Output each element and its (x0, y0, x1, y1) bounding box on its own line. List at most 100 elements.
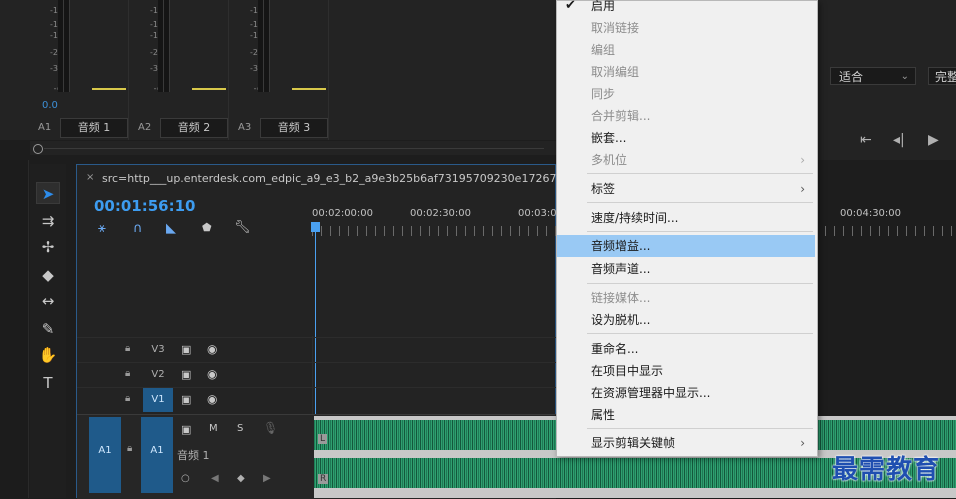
level-meter (264, 0, 270, 92)
checkmark-icon: ✔ (565, 0, 576, 13)
chevron-right-icon: › (800, 182, 805, 196)
menu-item-speed-duration[interactable]: 速度/持续时间... (557, 207, 815, 229)
sync-lock-icon[interactable]: ▣ (181, 423, 191, 436)
sync-lock-icon[interactable]: ▣ (181, 368, 191, 381)
menu-item-reveal-in-explorer[interactable]: 在资源管理器中显示... (557, 382, 815, 404)
ripple-edit-tool-icon[interactable]: ✢ (36, 236, 60, 258)
menu-separator (587, 283, 813, 284)
channel-label: A3 (238, 122, 252, 133)
menu-item-merge-clips[interactable]: 合并剪辑... (557, 105, 815, 127)
track-target-a1[interactable]: A1 (141, 417, 173, 493)
track-target[interactable]: V2 (143, 363, 173, 387)
audio-track-name: 音频 1 (177, 449, 210, 462)
volume-line[interactable] (192, 88, 226, 90)
ruler-label: 00:04:30:00 (840, 208, 902, 219)
selection-tool-icon[interactable]: ➤ (36, 182, 60, 204)
play-icon[interactable]: ▶ (928, 132, 939, 148)
menu-item-rename[interactable]: 重命名... (557, 338, 815, 360)
chevron-down-icon: ⌄ (900, 71, 909, 82)
type-tool-icon[interactable]: T (36, 372, 60, 394)
add-keyframe-icon[interactable]: ◆ (237, 473, 245, 484)
nest-icon[interactable]: ⚹ (98, 221, 106, 236)
menu-separator (587, 333, 813, 334)
eye-icon[interactable]: ◉ (207, 367, 217, 381)
menu-item-properties[interactable]: 属性 (557, 404, 815, 426)
ruler-label: 00:02:30:00 (410, 208, 472, 219)
menu-item-ungroup[interactable]: 取消编组 (557, 61, 815, 83)
mixer-strip-a2: -13- -16- -19- -25- -34- -∞- A2 音频 2 (130, 0, 229, 140)
mute-button[interactable]: M (209, 423, 218, 434)
close-icon[interactable]: × (86, 172, 94, 183)
sync-lock-icon[interactable]: ▣ (181, 343, 191, 356)
menu-item-label[interactable]: 标签 › (557, 178, 815, 200)
zoom-fit-label: 适合 (839, 70, 864, 84)
clip-context-menu: ✔ 启用 取消链接 编组 取消编组 同步 合并剪辑... 嵌套... 多机位 › 标… (556, 0, 818, 457)
ruler-label: 00:02:00:00 (312, 208, 374, 219)
sequence-tab-title[interactable]: src=http___up.enterdesk.com_edpic_a9_e3_… (102, 172, 570, 185)
eye-icon[interactable]: ◉ (207, 392, 217, 406)
mixer-scrollbar[interactable] (30, 141, 556, 155)
lock-icon[interactable]: 🔒︎ (125, 343, 130, 354)
mark-icon[interactable]: ⇤ (860, 132, 872, 148)
audio-mixer-panel: -13- -16- -19- -25- -34- -∞- 0.0 A1 音频 1… (0, 0, 556, 140)
menu-item-show-clip-keyframes[interactable]: 显示剪辑关键帧 › (557, 432, 815, 454)
track-name-field[interactable]: 音频 3 (260, 118, 328, 138)
left-panel-edge (0, 160, 29, 498)
hand-tool-icon[interactable]: ✋ (36, 344, 60, 366)
menu-item-make-offline[interactable]: 设为脱机... (557, 309, 815, 331)
next-keyframe-icon[interactable]: ▶ (263, 473, 271, 484)
menu-item-group[interactable]: 编组 (557, 39, 815, 61)
slip-tool-icon[interactable]: ↔ (36, 290, 60, 312)
menu-separator (587, 428, 813, 429)
track-target[interactable]: V1 (143, 388, 173, 412)
snap-magnet-icon[interactable]: ∩ (133, 221, 143, 236)
menu-item-unlink[interactable]: 取消链接 (557, 17, 815, 39)
resolution-select[interactable]: 完整 (928, 67, 956, 85)
lock-icon[interactable]: 🔒︎ (125, 368, 130, 379)
menu-item-link-media[interactable]: 链接媒体... (557, 287, 815, 309)
menu-item-multi-camera[interactable]: 多机位 › (557, 149, 815, 171)
mixer-strip-a1: -13- -16- -19- -25- -34- -∞- 0.0 A1 音频 1 (30, 0, 129, 140)
menu-item-nest[interactable]: 嵌套... (557, 127, 815, 149)
channel-label: A1 (38, 122, 52, 133)
volume-line[interactable] (292, 88, 326, 90)
menu-label: 显示剪辑关键帧 (591, 436, 676, 450)
razor-tool-icon[interactable]: ◆ (36, 264, 60, 286)
menu-item-synchronize[interactable]: 同步 (557, 83, 815, 105)
track-row-v2: 🔒︎ V2 ▣ ◉ (77, 362, 556, 387)
level-meter (164, 0, 170, 92)
scroll-track[interactable] (44, 148, 544, 149)
tool-palette: ➤ ⇉ ✢ ◆ ↔ ✎ ✋ T (30, 164, 66, 498)
lock-icon[interactable]: 🔒︎ (127, 443, 132, 454)
track-name-field[interactable]: 音频 2 (160, 118, 228, 138)
track-row-v3: 🔒︎ V3 ▣ ◉ (77, 337, 556, 362)
source-patch-a1[interactable]: A1 (89, 417, 121, 493)
linked-selection-icon[interactable]: ◣ (166, 221, 176, 236)
track-name-field[interactable]: 音频 1 (60, 118, 128, 138)
track-target[interactable]: V3 (143, 338, 173, 362)
previous-keyframe-icon[interactable]: ◀ (211, 473, 219, 484)
chevron-right-icon: › (800, 153, 805, 167)
zoom-fit-select[interactable]: 适合 ⌄ (830, 67, 916, 85)
microphone-icon[interactable]: 🎙︎ (263, 421, 278, 435)
eye-icon[interactable]: ◉ (207, 342, 217, 356)
solo-button[interactable]: S (237, 423, 243, 434)
menu-item-enable[interactable]: ✔ 启用 (557, 0, 815, 17)
volume-line[interactable] (92, 88, 126, 90)
chevron-right-icon: › (800, 436, 805, 450)
menu-item-reveal-in-project[interactable]: 在项目中显示 (557, 360, 815, 382)
volume-knob-icon[interactable]: ○ (181, 473, 190, 484)
step-back-icon[interactable]: ◂| (893, 132, 905, 148)
menu-item-audio-channels[interactable]: 音频声道... (557, 258, 815, 280)
watermark-logo: 最需教育 (832, 455, 941, 485)
level-readout[interactable]: 0.0 (42, 100, 58, 111)
playhead-timecode[interactable]: 00:01:56:10 (94, 197, 196, 215)
lock-icon[interactable]: 🔒︎ (125, 393, 130, 404)
menu-item-audio-gain[interactable]: 音频增益... (557, 235, 815, 257)
sync-lock-icon[interactable]: ▣ (181, 393, 191, 406)
marker-icon[interactable]: ⬟ (202, 221, 212, 234)
track-select-tool-icon[interactable]: ⇉ (36, 210, 60, 232)
scroll-knob[interactable] (33, 144, 43, 154)
wrench-icon[interactable]: 🔧︎ (234, 220, 251, 235)
pen-tool-icon[interactable]: ✎ (36, 318, 60, 340)
